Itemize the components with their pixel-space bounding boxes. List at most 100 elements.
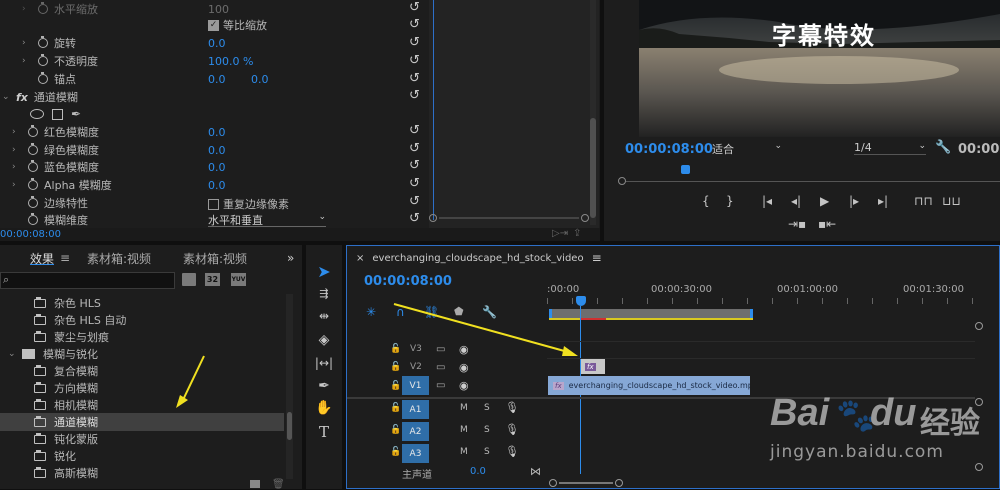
menu-icon[interactable]: ≡ xyxy=(592,251,602,265)
reset-icon[interactable]: ↺ xyxy=(409,158,420,173)
menu-icon[interactable]: ≡ xyxy=(60,251,70,265)
sync-icon[interactable]: ▭ xyxy=(436,380,445,391)
ec-scrollbar-thumb[interactable] xyxy=(590,118,596,218)
timeline-hscroll[interactable] xyxy=(549,479,979,487)
go-to-in-icon[interactable]: |◂ xyxy=(762,194,772,208)
prop-value[interactable]: 0.0 xyxy=(208,161,226,174)
stopwatch-icon[interactable] xyxy=(38,36,48,48)
hand-tool-icon[interactable]: ✋ xyxy=(314,400,334,416)
pen-tool-icon[interactable]: ✒ xyxy=(314,378,334,394)
stopwatch-icon[interactable] xyxy=(28,143,38,155)
track-label[interactable]: A1 xyxy=(402,400,429,419)
solo-button[interactable]: S xyxy=(484,403,490,413)
list-item[interactable]: 锐化 xyxy=(34,447,76,465)
program-timecode[interactable]: 00:00:08:00 xyxy=(625,142,713,157)
prop-value-y[interactable]: 0.0 xyxy=(251,73,269,86)
delete-icon[interactable]: 🗑 xyxy=(272,479,285,490)
list-item-selected[interactable]: 通道模糊 xyxy=(0,413,284,431)
accelerated-filter-icon[interactable] xyxy=(182,273,196,286)
lock-icon[interactable]: 🔓 xyxy=(390,381,401,391)
ec-timecode[interactable]: 00:00:08:00 xyxy=(0,229,61,240)
render-icon[interactable]: ▷⇥ xyxy=(552,228,568,239)
folder-blur-sharpen[interactable]: ⌄ 模糊与锐化 xyxy=(8,345,98,363)
timeline-tab[interactable]: × everchanging_cloudscape_hd_stock_video… xyxy=(356,251,602,265)
mute-button[interactable]: M xyxy=(460,447,468,457)
timeline-timecode[interactable]: 00:00:08:00 xyxy=(364,274,452,289)
go-to-out-icon[interactable]: ▸| xyxy=(878,194,888,208)
program-scrubber[interactable] xyxy=(618,176,1000,186)
razor-tool-icon[interactable]: ◈ xyxy=(314,332,334,348)
eye-icon[interactable]: ◉ xyxy=(459,379,469,392)
list-item[interactable]: 钝化蒙版 xyxy=(34,430,98,448)
pen-mask-icon[interactable]: ✒ xyxy=(71,107,81,121)
effect-header-channel-blur[interactable]: ⌄ fx 通道模糊 xyxy=(2,88,78,106)
solo-button[interactable]: S xyxy=(484,425,490,435)
rect-mask-icon[interactable] xyxy=(52,108,63,120)
lock-icon[interactable]: 🔓 xyxy=(390,447,401,457)
list-item[interactable]: 高斯模糊 xyxy=(34,464,98,479)
prop-value[interactable]: 0.0 xyxy=(208,37,226,50)
list-item[interactable]: 复合模糊 xyxy=(34,362,98,380)
reset-icon[interactable]: ↺ xyxy=(409,211,420,226)
nest-icon[interactable]: ✳ xyxy=(366,305,376,319)
more-tabs-icon[interactable]: » xyxy=(287,251,294,265)
stopwatch-icon[interactable] xyxy=(38,2,48,14)
reset-icon[interactable]: ↺ xyxy=(409,0,420,15)
mark-in-icon[interactable]: { xyxy=(702,194,710,208)
edge-checkbox[interactable]: 重复边缘像素 xyxy=(208,196,289,212)
master-value[interactable]: 0.0 xyxy=(470,466,486,477)
wrench-icon[interactable]: 🔧 xyxy=(935,140,951,155)
resolution-select[interactable]: 1/4 ⌄ xyxy=(854,141,926,155)
insert-icon[interactable]: ⇥▪ xyxy=(788,217,806,231)
extract-icon[interactable]: ⊔⊔ xyxy=(942,194,961,208)
go-to-end-icon[interactable]: ⋈ xyxy=(530,466,541,478)
expand-icon[interactable]: › xyxy=(22,38,32,48)
effects-scrollbar[interactable] xyxy=(286,294,293,479)
expand-icon[interactable]: › xyxy=(12,180,22,190)
prop-value[interactable]: 0.0 xyxy=(208,144,226,157)
list-item[interactable]: 相机模糊 xyxy=(34,396,98,414)
stopwatch-icon[interactable] xyxy=(28,196,38,208)
prop-value-x[interactable]: 0.0 xyxy=(208,73,226,86)
video-clip[interactable]: fx everchanging_cloudscape_hd_stock_vide… xyxy=(548,376,750,395)
mic-icon[interactable]: 🎙 xyxy=(505,423,519,436)
effects-search-input[interactable]: ⌕ xyxy=(0,272,175,289)
type-tool-icon[interactable]: T xyxy=(314,423,334,441)
list-item[interactable]: 杂色 HLS 自动 xyxy=(34,311,126,329)
export-icon[interactable]: ⇪ xyxy=(573,228,581,239)
time-ruler[interactable]: :00:00 00:00:30:00 00:01:00:00 00:01:30:… xyxy=(547,284,975,306)
selection-tool-icon[interactable]: ➤ xyxy=(314,262,334,281)
reset-icon[interactable]: ↺ xyxy=(409,53,420,68)
mute-button[interactable]: M xyxy=(460,403,468,413)
reset-icon[interactable]: ↺ xyxy=(409,17,420,32)
expand-icon[interactable]: › xyxy=(22,4,32,14)
lock-icon[interactable]: 🔓 xyxy=(390,403,401,413)
step-back-icon[interactable]: ◂| xyxy=(791,194,801,208)
stopwatch-icon[interactable] xyxy=(28,125,38,137)
reset-icon[interactable]: ↺ xyxy=(409,141,420,156)
solo-button[interactable]: S xyxy=(484,447,490,457)
tab-bin-video-2[interactable]: 素材箱:视频 xyxy=(183,250,247,267)
expand-icon[interactable]: › xyxy=(12,145,22,155)
track-select-tool-icon[interactable]: ⇶ xyxy=(314,287,334,300)
reset-icon[interactable]: ↺ xyxy=(409,194,420,209)
ec-hscroll[interactable] xyxy=(429,214,589,222)
fx-icon[interactable]: fx xyxy=(16,91,28,104)
mute-button[interactable]: M xyxy=(460,425,468,435)
lock-icon[interactable]: 🔓 xyxy=(390,425,401,435)
overwrite-icon[interactable]: ▪⇤ xyxy=(818,217,836,231)
prop-value[interactable]: 0.0 xyxy=(208,126,226,139)
reset-icon[interactable]: ↺ xyxy=(409,88,420,103)
fit-select[interactable]: 适合 ⌄ xyxy=(712,141,782,157)
collapse-icon[interactable]: ⌄ xyxy=(2,92,12,102)
stopwatch-icon[interactable] xyxy=(38,54,48,66)
new-bin-icon[interactable] xyxy=(250,480,260,488)
prop-value[interactable]: 0.0 xyxy=(208,179,226,192)
list-item[interactable]: 杂色 HLS xyxy=(34,294,101,312)
mark-out-icon[interactable]: } xyxy=(726,194,734,208)
stopwatch-icon[interactable] xyxy=(28,213,38,225)
tab-effects[interactable]: 效果 xyxy=(30,250,54,267)
dimension-select[interactable]: 水平和垂直 ⌄ xyxy=(208,212,326,227)
expand-icon[interactable]: › xyxy=(22,56,32,66)
prop-value[interactable]: 100.0 % xyxy=(208,55,253,68)
